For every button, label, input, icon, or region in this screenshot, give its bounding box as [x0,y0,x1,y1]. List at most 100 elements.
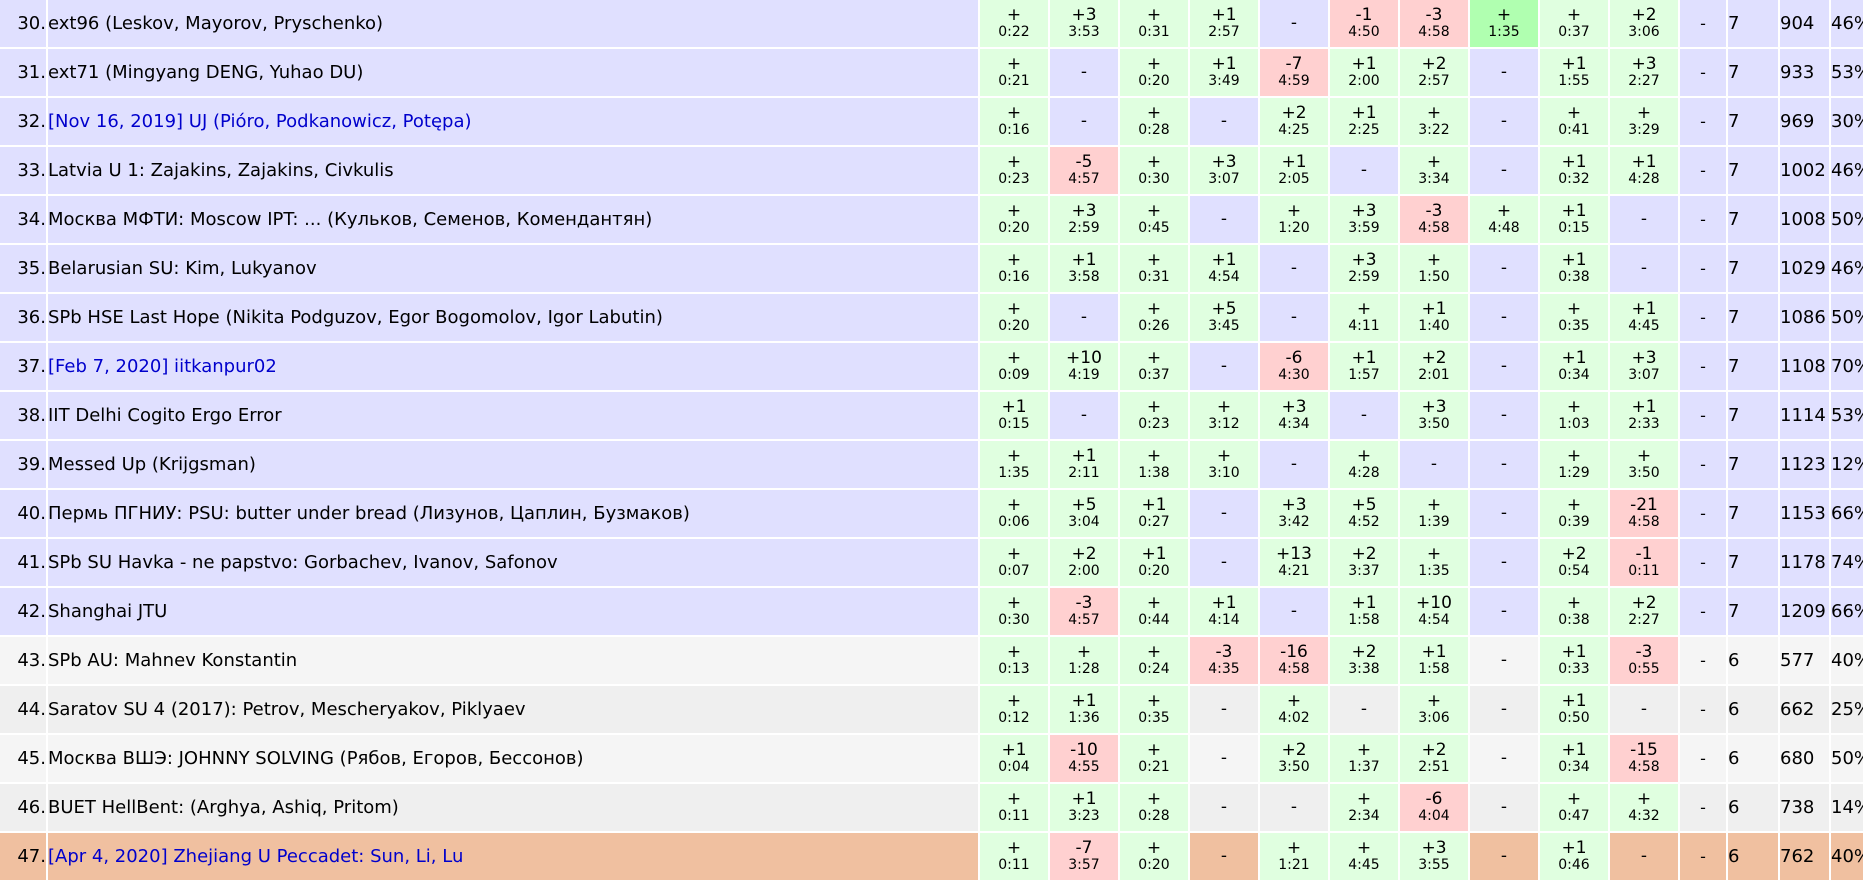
problem-time: 3:07 [1208,171,1240,188]
problem-time: 0:50 [1558,710,1590,727]
problem-result: - [1640,257,1648,278]
problem-time: 4:21 [1278,563,1310,580]
penalty-cell: 1123 [1780,441,1829,488]
problem-result: + [1286,838,1302,859]
problem-time: 0:13 [998,661,1030,678]
problem-time: 0:15 [1558,220,1590,237]
problem-result: +3 [1421,838,1447,859]
problem-cell: +3:29 [1610,98,1678,145]
penalty-cell: 1209 [1780,588,1829,635]
problem-time: 4:25 [1278,122,1310,139]
problem-cell: -3 4:58 [1400,0,1468,47]
solved-count-cell: 6 [1728,637,1778,684]
problem-result: - [1290,306,1298,327]
team-name-cell: SPb SU Havka - ne papstvo: Gorbachev, Iv… [48,539,978,586]
team-name-cell: [Feb 7, 2020] iitkanpur02 [48,343,978,390]
problem-cell: - [1610,686,1678,733]
problem-time: 0:12 [998,710,1030,727]
problem-cell: -3 4:58 [1400,196,1468,243]
rank-cell: 46. [0,784,46,831]
problem-cell: +1 0:15 [980,392,1048,439]
problem-cell: +0:20 [1120,49,1188,96]
problem-time: 0:27 [1138,514,1170,531]
problem-result: - [1500,306,1508,327]
problem-cell: +1 1:58 [1400,637,1468,684]
problem-cell: - [1470,490,1538,537]
extra-problem-cell: - [1680,0,1726,47]
problem-result: + [1146,446,1162,467]
problem-cell: - [1050,98,1118,145]
problem-time: 2:25 [1348,122,1380,139]
problem-result: - [1500,551,1508,572]
problem-time: 3:50 [1418,416,1450,433]
problem-result: - [1500,600,1508,621]
problem-result: -15 [1630,740,1658,761]
problem-cell: +3 3:53 [1050,0,1118,47]
problem-cell: +0:39 [1540,490,1608,537]
problem-result: + [1636,103,1652,124]
rank-cell: 37. [0,343,46,390]
problem-cell: +0:16 [980,98,1048,145]
problem-result: +1 [1561,838,1587,859]
problem-cell: +3:34 [1400,147,1468,194]
problem-cell: +2 2:27 [1610,588,1678,635]
problem-result: +1 [1561,54,1587,75]
problem-cell: +0:26 [1120,294,1188,341]
problem-result: + [1006,446,1022,467]
penalty-cell: 1029 [1780,245,1829,292]
problem-result: - [1290,257,1298,278]
problem-result: +10 [1066,348,1102,369]
problem-time: 3:53 [1068,24,1100,41]
problem-result: +1 [1351,593,1377,614]
attempt-percent-cell: 46% [1831,245,1863,292]
problem-cell: +1:50 [1400,245,1468,292]
problem-result: - [1500,110,1508,131]
problem-result: -3 [1075,593,1093,614]
problem-time: 2:33 [1628,416,1660,433]
solved-count-cell: 7 [1728,245,1778,292]
problem-result: + [1006,5,1022,26]
team-link[interactable]: [Apr 4, 2020] Zhejiang U Peccadet: Sun, … [48,846,463,867]
problem-result: +10 [1416,593,1452,614]
problem-result: + [1286,691,1302,712]
problem-time: 1:35 [998,465,1030,482]
problem-time: 1:28 [1068,661,1100,678]
problem-result: - [1500,747,1508,768]
team-link[interactable]: [Nov 16, 2019] UJ (Pióro, Podkanowicz, P… [48,111,472,132]
problem-result: -7 [1285,54,1303,75]
problem-time: 1:37 [1348,759,1380,776]
problem-result: +1 [1631,397,1657,418]
problem-cell: +3 4:34 [1260,392,1328,439]
problem-cell: +0:31 [1120,245,1188,292]
problem-cell: +1 3:58 [1050,245,1118,292]
problem-result: - [1220,698,1228,719]
problem-result: - [1500,796,1508,817]
problem-result: + [1426,103,1442,124]
problem-result: + [1146,397,1162,418]
problem-time: 0:26 [1138,318,1170,335]
problem-cell: +2:34 [1330,784,1398,831]
attempt-percent-cell: 25% [1831,686,1863,733]
standings-row: 44. Saratov SU 4 (2017): Petrov, Meschery… [0,686,1863,733]
problem-cell: +1 1:57 [1330,343,1398,390]
problem-cell: -3 0:55 [1610,637,1678,684]
problem-result: - [1080,306,1088,327]
problem-time: 4:45 [1628,318,1660,335]
problem-time: 0:47 [1558,808,1590,825]
problem-result: + [1286,201,1302,222]
problem-result: +1 [1001,740,1027,761]
team-name-cell: Latvia U 1: Zajakins, Zajakins, Civkulis [48,147,978,194]
problem-time: 0:24 [1138,661,1170,678]
extra-problem-cell: - [1680,490,1726,537]
extra-problem-cell: - [1680,735,1726,782]
problem-result: + [1356,789,1372,810]
team-link[interactable]: [Feb 7, 2020] iitkanpur02 [48,356,277,377]
problem-time: 0:11 [998,857,1030,874]
extra-problem-cell: - [1680,245,1726,292]
problem-cell: +1:29 [1540,441,1608,488]
solved-count-cell: 7 [1728,392,1778,439]
problem-time: 0:07 [998,563,1030,580]
problem-time: 0:15 [998,416,1030,433]
problem-result: +3 [1211,152,1237,173]
problem-result: + [1566,446,1582,467]
